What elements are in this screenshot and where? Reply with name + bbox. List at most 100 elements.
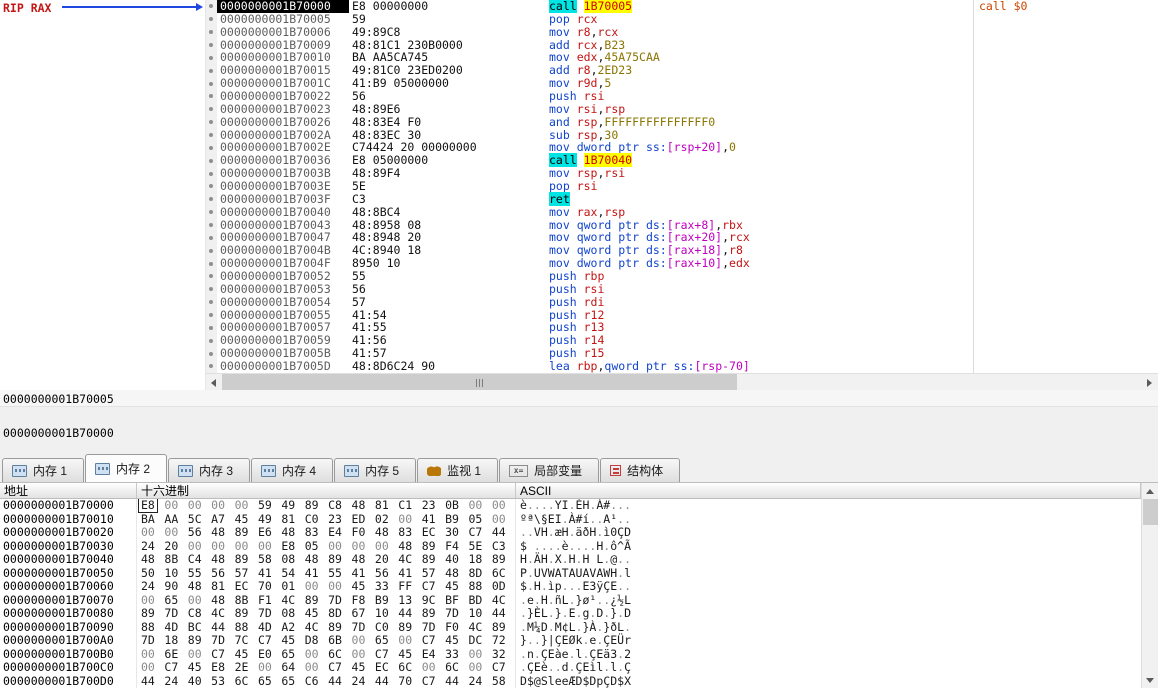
- sidebar-cell: [205, 244, 217, 258]
- breakpoint-dot[interactable]: [209, 30, 213, 35]
- breakpoint-dot[interactable]: [209, 287, 213, 292]
- breakpoint-dot[interactable]: [209, 235, 213, 240]
- breakpoint-dot[interactable]: [209, 120, 213, 125]
- dump-row[interactable]: 0000000001B700B0 00 6E 00 C7 45 E0 65 00 6C 00 C7 45…: [0, 647, 1141, 661]
- disasm-row[interactable]: 0000000001B7004F 8950 10 mov dword ptr ds:…: [205, 257, 1158, 271]
- disasm-row[interactable]: 0000000001B70026 48:83E4 F0 and rsp,FFFFFF…: [205, 115, 1158, 129]
- disasm-row[interactable]: 0000000001B70052 55 push rbp: [205, 270, 1158, 283]
- breakpoint-dot[interactable]: [209, 338, 213, 343]
- column-header-hex: 十六进制: [137, 483, 516, 498]
- breakpoint-dot[interactable]: [209, 171, 213, 176]
- breakpoint-dot[interactable]: [209, 133, 213, 138]
- breakpoint-dot[interactable]: [209, 184, 213, 189]
- disasm-row[interactable]: 0000000001B70005 59 pop rcx: [205, 13, 1158, 26]
- breakpoint-dot[interactable]: [209, 210, 213, 215]
- dump-row[interactable]: 0000000001B70010 BA AA 5C A7 45 49 81 C0 23 ED 02 00…: [0, 512, 1141, 526]
- breakpoint-dot[interactable]: [209, 94, 213, 99]
- breakpoint-dot[interactable]: [209, 68, 213, 73]
- disasm-row[interactable]: 0000000001B7003E 5E pop rsi: [205, 180, 1158, 193]
- breakpoint-dot[interactable]: [209, 261, 213, 266]
- horizontal-scrollbar[interactable]: [205, 373, 1158, 391]
- breakpoint-dot[interactable]: [209, 55, 213, 60]
- breakpoint-dot[interactable]: [209, 158, 213, 163]
- scroll-down-button[interactable]: [1142, 672, 1158, 688]
- disasm-row[interactable]: 0000000001B7005D 48:8D6C24 90 lea rbp,qwor…: [205, 360, 1158, 373]
- disasm-row[interactable]: 0000000001B70053 56 push rsi: [205, 283, 1158, 296]
- disasm-row[interactable]: 0000000001B70015 49:81C0 23ED0200 add r8,2…: [205, 64, 1158, 78]
- dump-row[interactable]: 0000000001B70060 24 90 48 81 EC 70 01 00 00 45 33 FF…: [0, 579, 1141, 594]
- vertical-scrollbar[interactable]: [1141, 483, 1158, 688]
- disasm-row[interactable]: 0000000001B70054 57 push rdi: [205, 295, 1158, 309]
- dump-row[interactable]: 0000000001B70040 48 8B C4 48 89 58 08 48 89 48 20 4C…: [0, 552, 1141, 567]
- dump-row[interactable]: 0000000001B700A0 7D 18 89 7D 7C C7 45 D8 6B 00 65 00…: [0, 633, 1141, 648]
- instruction-comment: [973, 25, 1158, 39]
- dump-address: 0000000001B70070: [0, 593, 137, 607]
- breakpoint-dot[interactable]: [209, 223, 213, 228]
- breakpoint-dot[interactable]: [209, 300, 213, 305]
- tab-memory-3[interactable]: 内存 3: [168, 458, 251, 482]
- tab-memory-5[interactable]: 内存 5: [334, 458, 417, 482]
- instruction-comment: [973, 115, 1158, 129]
- dump-row[interactable]: 0000000001B70050 50 10 55 56 57 41 54 41 55 41 56 41…: [0, 565, 1141, 580]
- disasm-row[interactable]: 0000000001B7002E C74424 20 00000000 mov dw…: [205, 141, 1158, 155]
- sidebar-cell: [205, 167, 217, 181]
- tab-memory-4[interactable]: 内存 4: [251, 458, 334, 482]
- instruction-comment: [973, 180, 1158, 193]
- scroll-up-button[interactable]: [1142, 483, 1158, 499]
- sidebar-cell: [205, 295, 217, 309]
- disasm-row[interactable]: 0000000001B7003F C3 ret: [205, 191, 1158, 206]
- breakpoint-dot[interactable]: [209, 17, 213, 22]
- vertical-scrollbar-thumb[interactable]: [1143, 499, 1158, 525]
- dump-row[interactable]: 0000000001B70080 89 7D C8 4C 89 7D 08 45 8D 67 10 44…: [0, 606, 1141, 621]
- tab-memory-2[interactable]: 内存 2: [85, 454, 168, 482]
- breakpoint-dot[interactable]: [209, 145, 213, 150]
- disasm-row[interactable]: 0000000001B7003B 48:89F4 mov rsp,rsi: [205, 167, 1158, 181]
- breakpoint-dot[interactable]: [209, 43, 213, 47]
- tab-memory-1[interactable]: 内存 1: [2, 458, 85, 482]
- dump-hex-bytes: 00 65 00 48 8B F1 4C 89 7D F8 B9 13 9C BF BD 4C: [137, 593, 516, 607]
- breakpoint-dot[interactable]: [209, 248, 213, 253]
- disasm-row[interactable]: 0000000001B70036 E8 05000000 call 1B70040: [205, 153, 1158, 168]
- disasm-row[interactable]: 0000000001B70057 41:55 push r13: [205, 321, 1158, 335]
- dump-ascii: P.UVWATAUAVAWH.l: [520, 565, 631, 580]
- dump-address: 0000000001B70030: [0, 539, 137, 553]
- breakpoint-dot[interactable]: [209, 325, 213, 330]
- tab-locals[interactable]: 局部变量: [499, 458, 600, 482]
- disasm-row[interactable]: 0000000001B70009 48:81C1 230B0000 add rcx,…: [205, 38, 1158, 52]
- breakpoint-dot[interactable]: [209, 351, 213, 356]
- dump-row[interactable]: 0000000001B70000 E8 00 00 00 00 59 49 89 C8 48 81 C1…: [0, 499, 1141, 513]
- breakpoint-dot[interactable]: [209, 313, 213, 318]
- breakpoint-dot[interactable]: [209, 81, 213, 86]
- dump-row[interactable]: 0000000001B70070 00 65 00 48 8B F1 4C 89 7D F8 B9 13…: [0, 593, 1141, 607]
- dump-row[interactable]: 0000000001B70020 00 00 56 48 89 E6 48 83 E4 F0 48 83…: [0, 525, 1141, 540]
- disasm-row[interactable]: 0000000001B70055 41:54 push r12: [205, 308, 1158, 322]
- branch-destination-address: 0000000001B70005: [3, 392, 114, 406]
- breakpoint-dot[interactable]: [209, 274, 213, 279]
- breakpoint-dot[interactable]: [209, 107, 213, 112]
- dump-row[interactable]: 0000000001B700D0 44 24 40 53 6C 65 65 C6 44 24 44 70…: [0, 674, 1141, 688]
- scroll-right-button[interactable]: [1141, 374, 1158, 391]
- disasm-row[interactable]: 0000000001B7001C 41:B9 05000000 mov r9d,5: [205, 77, 1158, 91]
- dump-row[interactable]: 0000000001B700C0 00 C7 45 E8 2E 00 64 00 C7 45 EC 6C…: [0, 660, 1141, 675]
- tab-struct[interactable]: 结构体: [600, 458, 681, 482]
- disasm-row[interactable]: 0000000001B70000 E8 00000000 call 1B70005 c…: [205, 0, 1158, 13]
- instruction-text: lea rbp,qword ptr ss:[rsp-70]: [549, 359, 750, 373]
- disasm-row[interactable]: 0000000001B70010 BA AA5CA745 mov edx,45A75…: [205, 51, 1158, 65]
- breakpoint-dot[interactable]: [209, 4, 213, 9]
- sidebar-cell: [205, 347, 217, 361]
- tab-watch-1[interactable]: 监视 1: [417, 458, 499, 482]
- dump-ascii: ..VH.æH.äðH.ì0ÇD: [520, 525, 631, 539]
- disassembly-rows: 0000000001B70000 E8 00000000 call 1B70005 c…: [205, 0, 1158, 373]
- instruction-comment: [973, 257, 1158, 271]
- instruction-text: call 1B70005: [549, 0, 633, 13]
- instruction-comment: [973, 38, 1158, 52]
- dump-row[interactable]: 0000000001B70090 88 4D BC 44 88 4D A2 4C 89 7D C0 89…: [0, 620, 1141, 634]
- disasm-row[interactable]: 0000000001B70022 56 push rsi: [205, 90, 1158, 103]
- dump-row[interactable]: 0000000001B70030 24 20 00 00 00 00 E8 05 00 00 00 48…: [0, 539, 1141, 553]
- scroll-left-button[interactable]: [205, 374, 222, 391]
- disasm-row[interactable]: 0000000001B70059 41:56 push r14: [205, 334, 1158, 348]
- breakpoint-dot[interactable]: [209, 197, 213, 202]
- breakpoint-dot[interactable]: [209, 364, 213, 369]
- horizontal-scrollbar-thumb[interactable]: [222, 374, 737, 391]
- disasm-row[interactable]: 0000000001B70006 49:89C8 mov r8,rcx: [205, 25, 1158, 39]
